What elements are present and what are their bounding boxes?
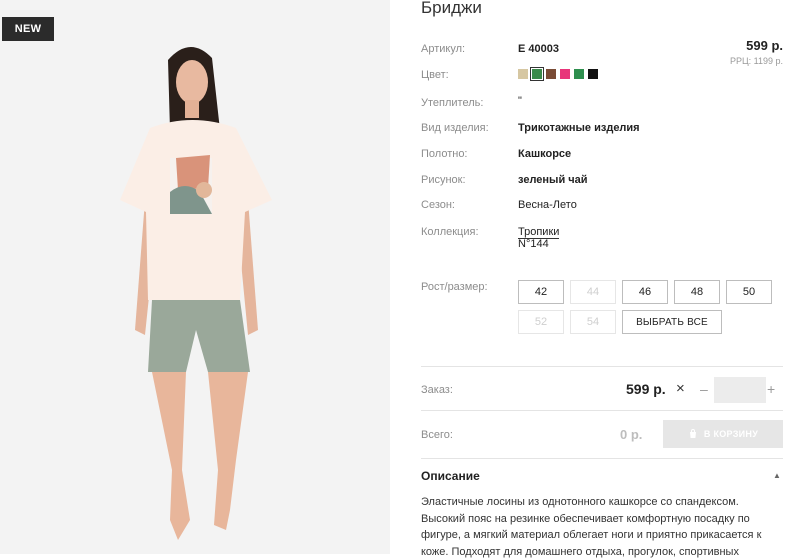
color-swatch[interactable] [530, 67, 544, 81]
divider [421, 410, 783, 411]
product-title: Бриджи [421, 0, 482, 17]
size-label: Рост/размер: [421, 281, 488, 293]
quantity-input[interactable] [714, 377, 766, 403]
model-illustration [0, 0, 390, 554]
new-badge: NEW [2, 17, 54, 41]
divider [421, 366, 783, 367]
collection-value: Тропики N°144 [518, 226, 560, 250]
fabric-label: Полотно: [421, 148, 468, 160]
product-type-label: Вид изделия: [421, 122, 489, 134]
product-price: 599 р. [746, 38, 783, 53]
size-option: 44 [570, 280, 616, 304]
pattern-label: Рисунок: [421, 174, 466, 186]
quantity-plus-button[interactable]: + [767, 381, 775, 397]
collection-number: N°144 [518, 238, 549, 250]
divider [421, 458, 783, 459]
color-swatch[interactable] [588, 69, 598, 79]
order-price: 599 р. [626, 381, 666, 397]
order-label: Заказ: [421, 384, 453, 396]
article-value: Е 40003 [518, 43, 559, 55]
color-swatch[interactable] [546, 69, 556, 79]
add-to-cart-button[interactable]: В КОРЗИНУ [663, 420, 783, 448]
multiply-sign: × [676, 380, 685, 397]
color-label: Цвет: [421, 69, 449, 81]
collection-label: Коллекция: [421, 226, 479, 238]
quantity-minus-button[interactable]: – [700, 381, 708, 397]
size-option[interactable]: 42 [518, 280, 564, 304]
size-selector: 42 44 46 48 50 52 54 ВЫБРАТЬ ВСЕ [518, 280, 782, 334]
color-swatch[interactable] [518, 69, 528, 79]
cart-icon [689, 429, 696, 438]
size-option[interactable]: 46 [622, 280, 668, 304]
size-option: 52 [518, 310, 564, 334]
pattern-value: зеленый чай [518, 174, 588, 186]
color-swatch[interactable] [574, 69, 584, 79]
product-photo[interactable]: NEW [0, 0, 390, 554]
size-option[interactable]: 48 [674, 280, 720, 304]
product-type-value: Трикотажные изделия [518, 122, 640, 134]
color-swatches [518, 67, 598, 81]
color-swatch[interactable] [560, 69, 570, 79]
fabric-value: Кашкорсе [518, 148, 572, 160]
recommended-retail-price: РРЦ: 1199 р. [729, 56, 783, 66]
size-option[interactable]: 50 [726, 280, 772, 304]
season-label: Сезон: [421, 199, 455, 211]
total-label: Всего: [421, 429, 453, 441]
season-value: Весна-Лето [518, 199, 577, 211]
add-to-cart-label: В КОРЗИНУ [703, 429, 759, 439]
insulation-label: Утеплитель: [421, 97, 484, 109]
description-title[interactable]: Описание [421, 469, 480, 483]
description-text: Эластичные лосины из однотонного кашкорс… [421, 496, 762, 558]
collapse-caret-icon[interactable]: ▲ [773, 471, 781, 480]
select-all-sizes-button[interactable]: ВЫБРАТЬ ВСЕ [622, 310, 722, 334]
insulation-value: " [518, 95, 522, 107]
article-label: Артикул: [421, 43, 466, 55]
total-value: 0 р. [620, 427, 643, 442]
size-option: 54 [570, 310, 616, 334]
